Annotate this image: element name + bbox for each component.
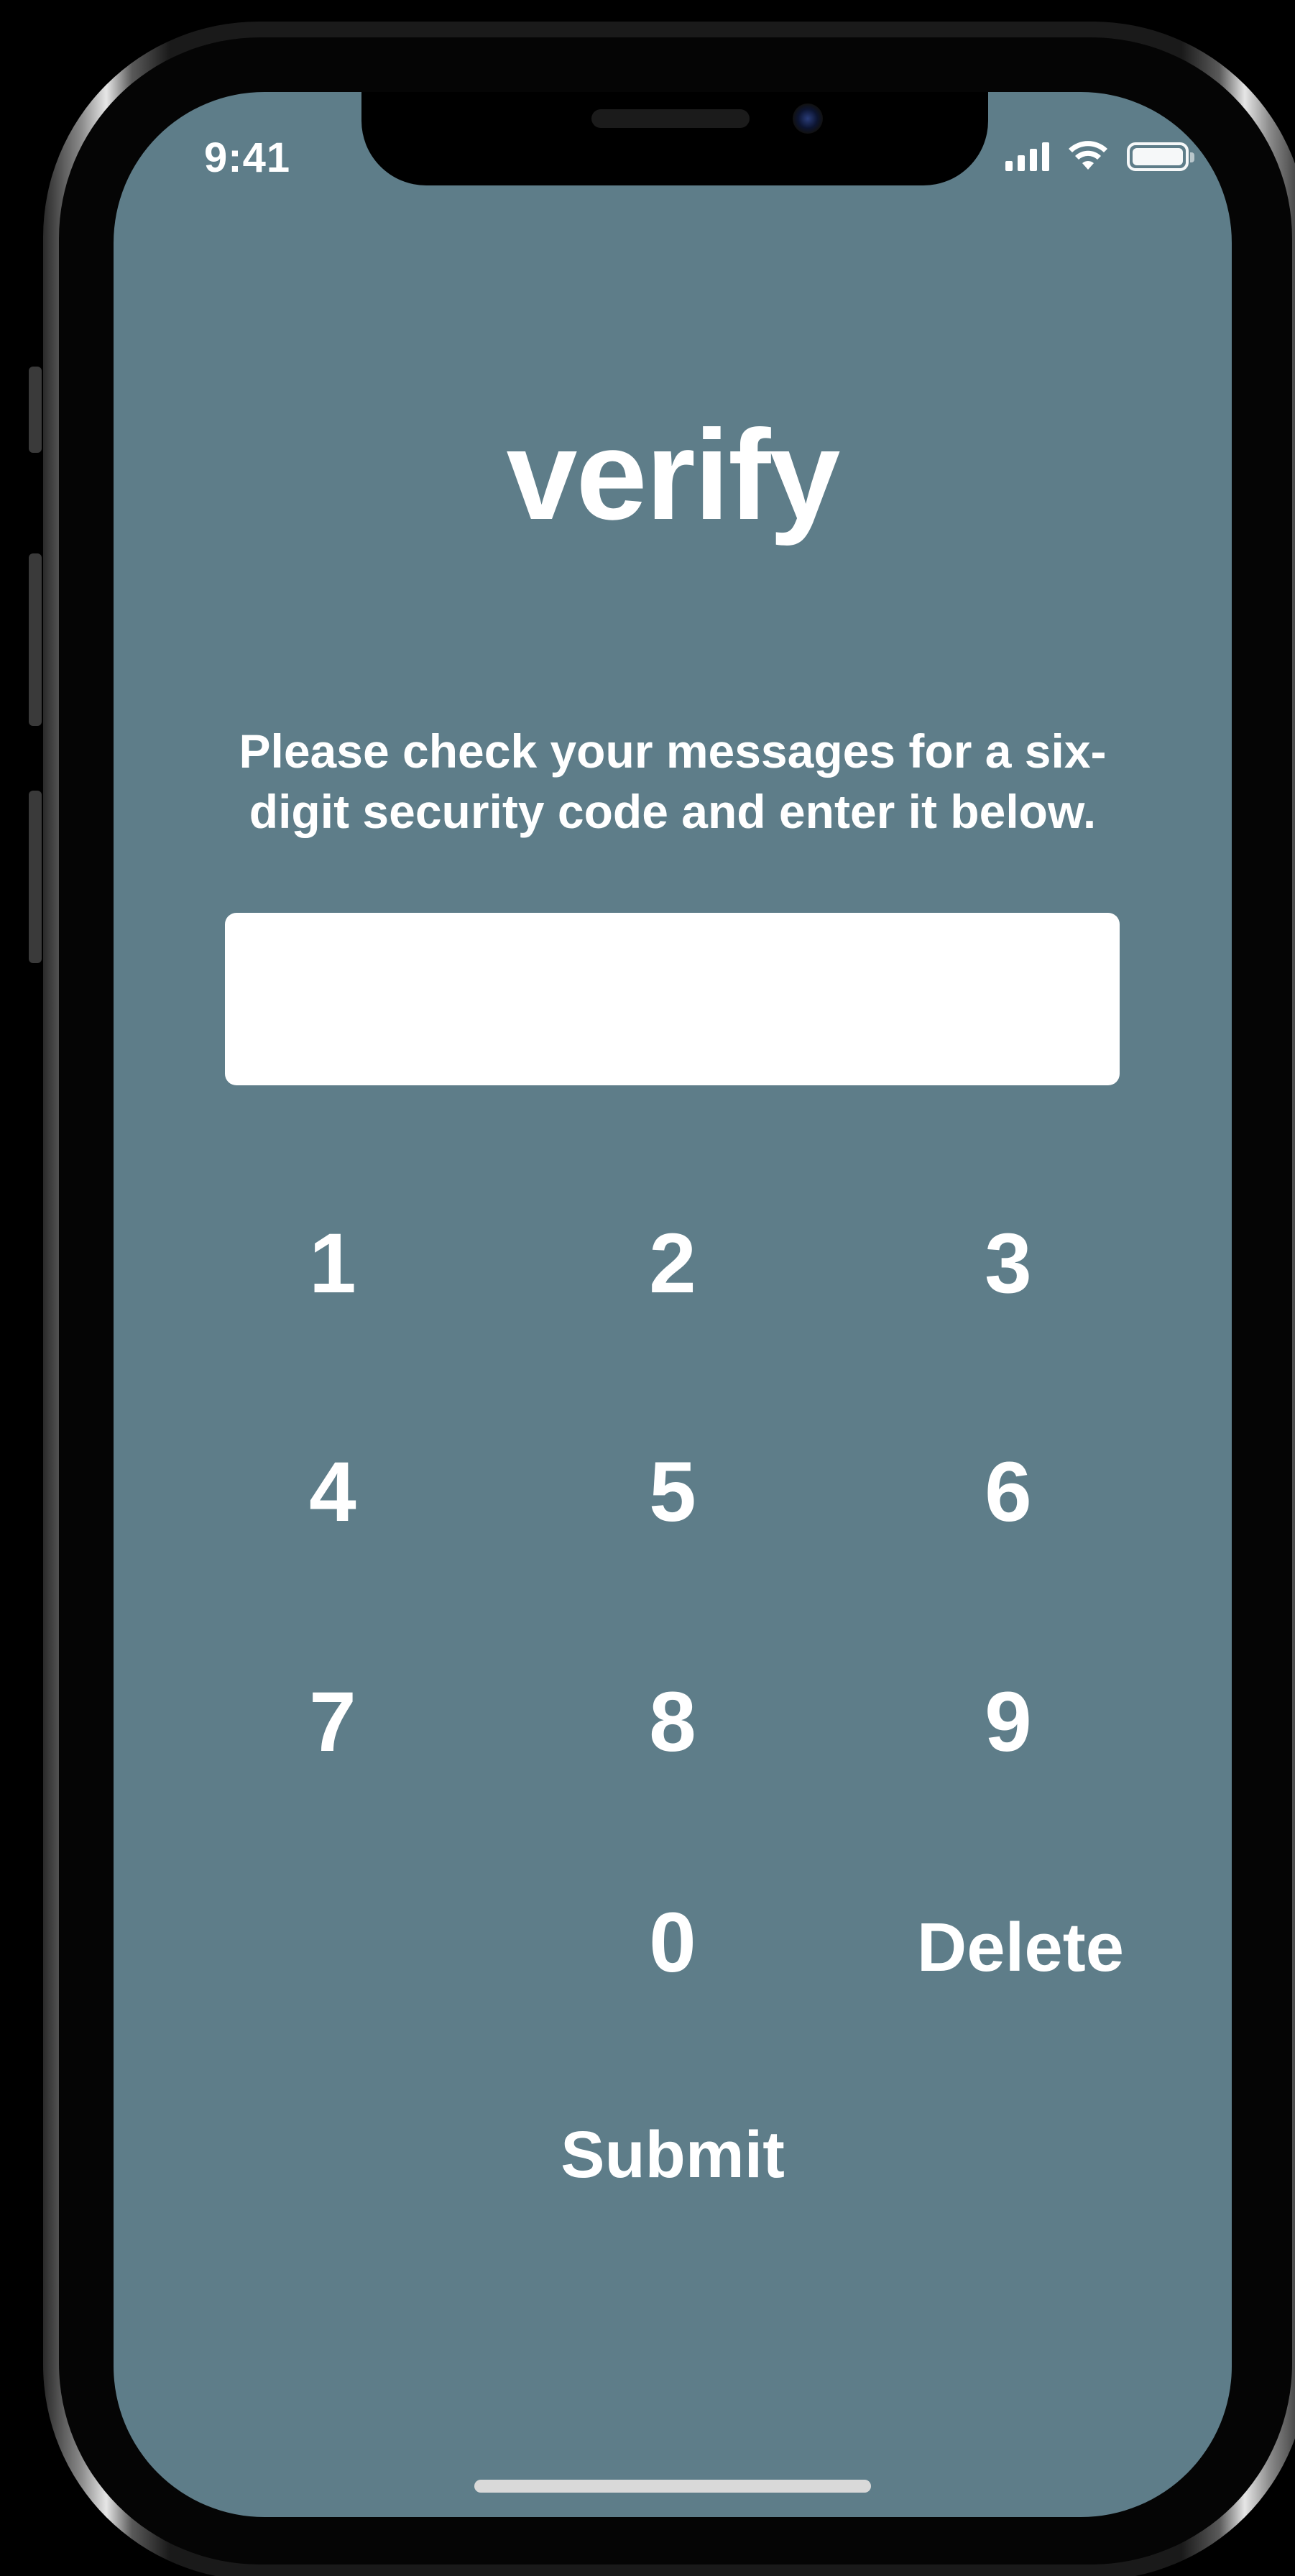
home-indicator[interactable]	[474, 2480, 871, 2493]
volume-up-button	[29, 553, 42, 726]
status-icons	[1005, 141, 1194, 171]
keypad-key-3[interactable]: 3	[879, 1192, 1138, 1335]
keypad-key-5[interactable]: 5	[543, 1420, 802, 1564]
keypad-key-6[interactable]: 6	[879, 1420, 1138, 1564]
keypad-key-1[interactable]: 1	[203, 1192, 462, 1335]
silent-switch	[29, 367, 42, 453]
keypad-key-2[interactable]: 2	[543, 1192, 802, 1335]
keypad-key-0[interactable]: 0	[543, 1871, 802, 2015]
phone-screen: 9:41 verify Please check your messages f…	[114, 92, 1232, 2517]
cellular-signal-icon	[1005, 142, 1049, 171]
keypad-key-8[interactable]: 8	[543, 1650, 802, 1794]
instructions-text: Please check your messages for a six-dig…	[239, 724, 1107, 838]
speaker-grille	[591, 109, 750, 128]
front-camera-icon	[793, 104, 823, 134]
delete-button[interactable]: Delete	[877, 1876, 1164, 2020]
battery-icon	[1127, 142, 1194, 171]
volume-down-button	[29, 791, 42, 963]
device-stage: 9:41 verify Please check your messages f…	[0, 0, 1295, 2576]
security-code-input[interactable]	[225, 913, 1120, 1085]
page-title: verify	[506, 403, 841, 546]
wifi-icon	[1069, 141, 1107, 170]
notch	[361, 92, 988, 185]
keypad-key-9[interactable]: 9	[879, 1650, 1138, 1794]
status-time: 9:41	[204, 134, 291, 181]
keypad-key-7[interactable]: 7	[203, 1650, 462, 1794]
keypad-key-4[interactable]: 4	[203, 1420, 462, 1564]
submit-button[interactable]: Submit	[529, 2097, 816, 2212]
